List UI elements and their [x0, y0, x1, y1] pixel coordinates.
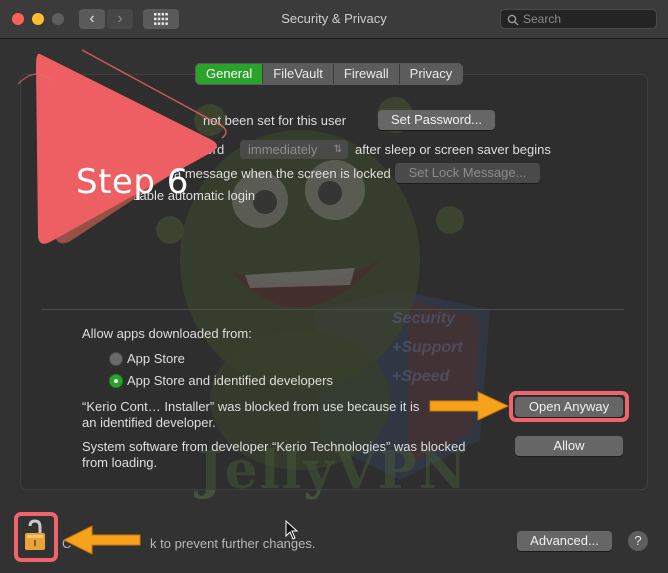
step-badge: Step 6 [10, 44, 230, 249]
allow-button[interactable]: Allow [515, 436, 623, 456]
require-password-suffix: after sleep or screen saver begins [355, 142, 551, 157]
chevron-updown-icon: ⇅ [333, 144, 342, 155]
require-password-select[interactable]: immediately ⇅ [240, 140, 348, 159]
set-lock-message-button[interactable]: Set Lock Message... [395, 163, 540, 183]
blocked-app-message-line1: “Kerio Cont… Installer” was blocked from… [82, 399, 420, 414]
blocked-app-message-line2: an identified developer. [82, 415, 216, 430]
tab-firewall[interactable]: Firewall [333, 64, 400, 84]
step-badge-shape [17, 49, 227, 244]
system-software-message-line1: System software from developer “Kerio Te… [82, 439, 466, 454]
open-anyway-button[interactable]: Open Anyway [515, 397, 623, 417]
step-label: Step 6 [76, 162, 189, 202]
title-bar: ‹ › Security & Privacy [0, 0, 668, 39]
radio-app-store-label[interactable]: App Store [127, 351, 185, 366]
allow-apps-heading: Allow apps downloaded from: [82, 326, 252, 341]
radio-app-store[interactable] [109, 352, 123, 366]
search-icon [507, 14, 519, 26]
help-button[interactable]: ? [628, 531, 648, 551]
blocked-app-message: “Kerio Cont… Installer” was blocked from… [82, 399, 442, 431]
radio-app-store-identified-label[interactable]: App Store and identified developers [127, 373, 333, 388]
system-software-message: System software from developer “Kerio Te… [82, 439, 502, 471]
security-privacy-window: ‹ › Security & Privacy Search Security +… [0, 0, 668, 573]
arrow-left-icon [62, 525, 141, 555]
section-divider [42, 309, 624, 310]
unlocked-padlock-icon[interactable] [24, 519, 48, 553]
search-input[interactable] [523, 11, 651, 27]
advanced-button[interactable]: Advanced... [517, 531, 612, 551]
search-field[interactable] [500, 9, 657, 29]
tab-filevault[interactable]: FileVault [263, 64, 334, 84]
radio-app-store-identified[interactable] [109, 374, 123, 388]
mouse-pointer-icon [285, 520, 299, 540]
tab-privacy[interactable]: Privacy [399, 64, 463, 84]
system-software-message-line2: from loading. [82, 455, 158, 470]
tab-bar: General FileVault Firewall Privacy [195, 63, 464, 85]
set-password-button[interactable]: Set Password... [378, 110, 495, 130]
arrow-right-icon [429, 391, 510, 421]
require-password-value: immediately [248, 142, 318, 157]
